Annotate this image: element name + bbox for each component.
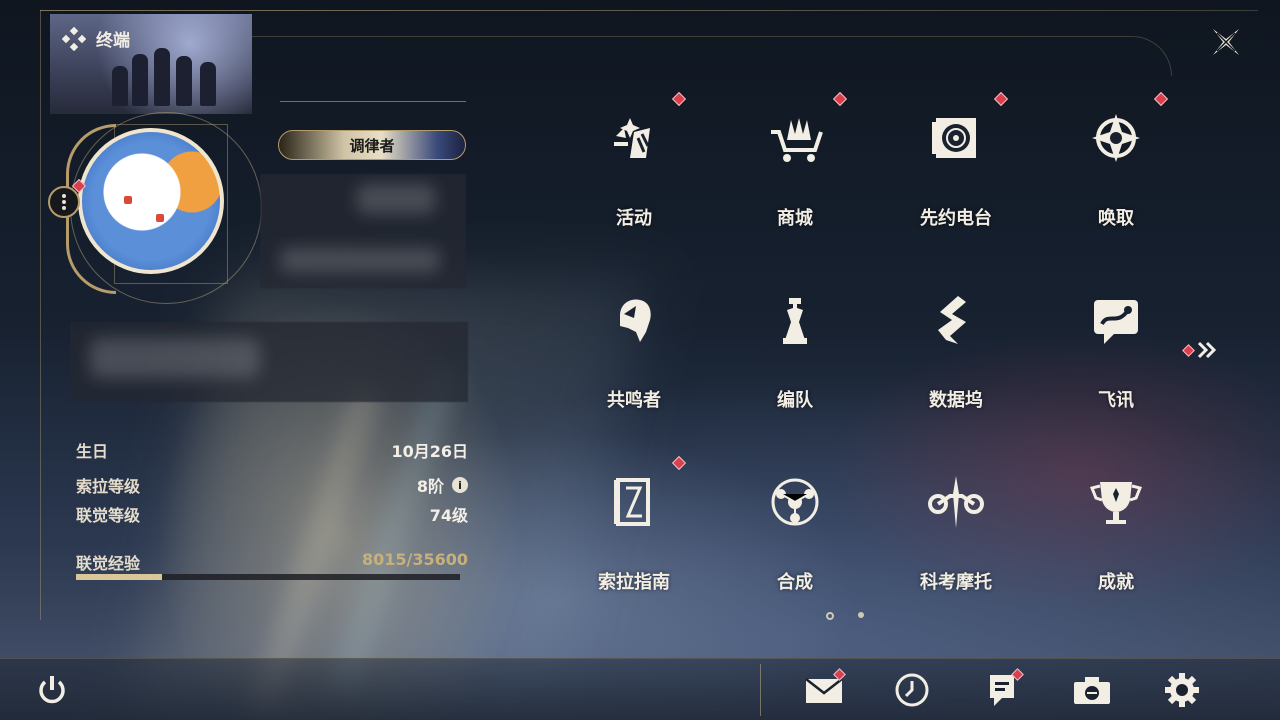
mail-button[interactable] [802, 668, 846, 712]
menu-badge-dot [993, 91, 1009, 107]
birthday-label: 生日 [76, 442, 109, 461]
motorcycle-icon [926, 472, 986, 532]
menu-label: 合成 [777, 572, 813, 593]
signature-redacted [70, 322, 468, 402]
team-icon [765, 290, 825, 350]
profile-more-button[interactable] [48, 186, 80, 218]
terminal-diamond-icon [62, 26, 86, 51]
info-icon[interactable]: i [452, 477, 468, 493]
notice-button[interactable] [980, 668, 1024, 712]
menu-item-data-bank[interactable]: 数据坞 [896, 274, 1016, 424]
menu-label: 先约电台 [920, 208, 992, 229]
menu-item-convene[interactable]: 唤取 [1056, 91, 1176, 242]
sola-level-value-wrap: 8阶 i [417, 473, 468, 497]
menu-label: 共鸣者 [607, 390, 661, 411]
achievement-icon [1086, 472, 1146, 532]
frame-line-top [40, 10, 1258, 11]
menu-badge-dot [1153, 91, 1169, 107]
frame-line-left [40, 10, 41, 620]
terminal-title: 终端 [62, 26, 130, 51]
menu-label: 商城 [777, 208, 813, 229]
message-icon [1086, 290, 1146, 350]
next-page-badge-dot [1182, 343, 1195, 357]
frame-line-inner [252, 36, 1172, 76]
menu-item-activity[interactable]: 活动 [574, 91, 694, 242]
menu-item-synthesis[interactable]: 合成 [735, 456, 855, 606]
menu-badge-dot [832, 91, 848, 107]
page-indicator [826, 612, 864, 620]
title-badge-text: 调律者 [349, 136, 395, 155]
bottom-bar-divider [760, 664, 761, 716]
camera-icon [1074, 677, 1110, 704]
exp-value: 8015/35600 [361, 550, 468, 569]
menu-badge-dot [671, 455, 687, 471]
page-dot-1[interactable] [826, 612, 834, 620]
resonator-icon [604, 290, 664, 350]
union-level-row: 联觉等级 74级 [76, 502, 468, 526]
title-badge[interactable]: 调律者 [278, 130, 466, 160]
next-page-button[interactable] [1182, 338, 1220, 362]
menu-badge-dot [671, 91, 687, 107]
terminal-title-text: 终端 [96, 31, 130, 51]
page-dot-2[interactable] [858, 612, 864, 618]
title-divider [280, 101, 466, 102]
sola-level-row: 索拉等级 8阶 i [76, 473, 468, 497]
union-level-value: 74级 [429, 506, 468, 525]
settings-button[interactable] [1160, 668, 1204, 712]
menu-item-achievement[interactable]: 成就 [1056, 456, 1176, 606]
more-vertical-icon [62, 194, 66, 210]
birthday-row: 生日 10月26日 [76, 438, 468, 462]
clock-icon [895, 673, 929, 707]
avatar[interactable] [78, 128, 224, 274]
double-chevron-right-icon [1197, 341, 1217, 359]
menu-item-message[interactable]: 飞讯 [1056, 274, 1176, 424]
menu-label: 活动 [616, 208, 652, 229]
menu-label: 索拉指南 [598, 572, 670, 593]
camera-button[interactable] [1070, 668, 1114, 712]
menu-label: 飞讯 [1098, 390, 1134, 411]
exp-progress-bar [76, 574, 460, 580]
menu-item-radio[interactable]: 先约电台 [896, 91, 1016, 242]
convene-icon [1086, 108, 1146, 168]
power-button[interactable] [30, 668, 74, 712]
power-icon [39, 676, 65, 704]
union-level-label: 联觉等级 [76, 506, 141, 525]
settings-icon [1165, 673, 1199, 707]
clock-button[interactable] [890, 668, 934, 712]
sola-level-label: 索拉等级 [76, 477, 141, 496]
data-bank-icon [926, 290, 986, 350]
radio-icon [926, 108, 986, 168]
close-icon [1213, 29, 1239, 55]
player-name-redacted [260, 174, 466, 288]
menu-label: 唤取 [1098, 208, 1134, 229]
shop-icon [765, 108, 825, 168]
menu-item-motorcycle[interactable]: 科考摩托 [896, 456, 1016, 606]
menu-label: 编队 [777, 390, 813, 411]
menu-label: 成就 [1098, 572, 1134, 593]
activity-icon [604, 108, 664, 168]
exp-progress-fill [76, 574, 163, 580]
menu-item-guidebook[interactable]: 索拉指南 [574, 455, 694, 606]
birthday-value: 10月26日 [391, 442, 468, 461]
sola-level-value: 8阶 [416, 477, 444, 496]
synthesis-icon [765, 472, 825, 532]
menu-label: 科考摩托 [920, 572, 992, 593]
close-button[interactable] [1206, 22, 1246, 62]
menu-item-team[interactable]: 编队 [735, 274, 855, 424]
guidebook-icon [604, 472, 664, 532]
menu-item-resonator[interactable]: 共鸣者 [574, 274, 694, 424]
exp-label: 联觉经验 [76, 554, 141, 573]
menu-label: 数据坞 [929, 390, 983, 411]
menu-item-shop[interactable]: 商城 [735, 91, 855, 242]
